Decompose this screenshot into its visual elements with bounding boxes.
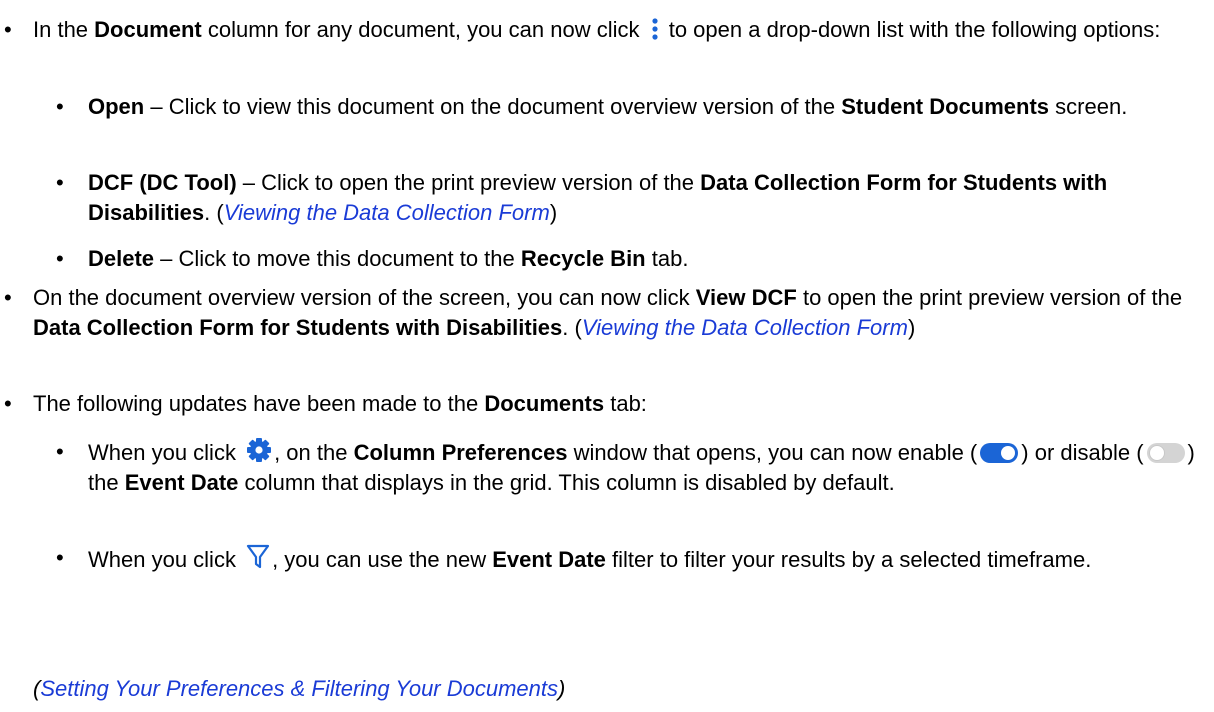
footer-reference: (Setting Your Preferences & Filtering Yo… bbox=[33, 676, 566, 701]
bullet-marker: • bbox=[4, 17, 12, 42]
bullet-marker: • bbox=[56, 246, 64, 271]
bullet-text: DCF (DC Tool) – Click to open the print … bbox=[88, 170, 1108, 225]
toggle-on-icon bbox=[980, 443, 1019, 463]
filter-funnel-icon bbox=[246, 544, 270, 569]
sub-bullet-event-date-filter: • When you click , you can use the new E… bbox=[48, 543, 1200, 575]
sub-bullet-delete: • Delete – Click to move this document t… bbox=[48, 244, 1200, 274]
bold-event-date: Event Date bbox=[492, 547, 606, 572]
bullet-text: On the document overview version of the … bbox=[33, 285, 1183, 340]
sub-bullet-column-preferences: • When you click , on the Column Prefere… bbox=[48, 437, 1200, 498]
link-setting-preferences-filtering[interactable]: Setting Your Preferences & Filtering You… bbox=[40, 676, 558, 701]
link-viewing-data-collection-form[interactable]: Viewing the Data Collection Form bbox=[582, 315, 908, 340]
document-page: • In the Document column for any documen… bbox=[0, 0, 1214, 712]
sub-bullet-dcf: • DCF (DC Tool) – Click to open the prin… bbox=[48, 168, 1200, 228]
bullet-marker: • bbox=[56, 545, 64, 570]
bold-column-preferences: Column Preferences bbox=[353, 440, 568, 465]
kebab-vertical-icon bbox=[652, 18, 658, 40]
bold-recycle-bin: Recycle Bin bbox=[520, 246, 646, 271]
bullet-text: The following updates have been made to … bbox=[33, 391, 647, 416]
bold-documents: Documents bbox=[484, 391, 605, 416]
option-delete-label: Delete bbox=[88, 246, 155, 271]
bullet-item-document-column: • In the Document column for any documen… bbox=[0, 15, 1200, 45]
bullet-text: When you click , on the Column Preferenc… bbox=[88, 437, 1200, 498]
sub-bullet-open: • Open – Click to view this document on … bbox=[48, 92, 1200, 122]
bullet-marker: • bbox=[4, 285, 12, 310]
link-viewing-data-collection-form[interactable]: Viewing the Data Collection Form bbox=[224, 200, 550, 225]
bold-data-collection-form: Data Collection Form for Students with D… bbox=[33, 315, 563, 340]
bullet-item-view-dcf: • On the document overview version of th… bbox=[0, 283, 1200, 343]
option-open-label: Open bbox=[88, 94, 145, 119]
bold-view-dcf: View DCF bbox=[695, 285, 797, 310]
bullet-text: Delete – Click to move this document to … bbox=[88, 246, 689, 271]
gear-icon bbox=[247, 438, 272, 462]
option-dcf-label: DCF (DC Tool) bbox=[88, 170, 237, 195]
bold-document: Document bbox=[94, 17, 202, 42]
bold-student-documents: Student Documents bbox=[841, 94, 1050, 119]
bullet-marker: • bbox=[56, 439, 64, 464]
bullet-item-documents-tab: • The following updates have been made t… bbox=[0, 389, 1200, 419]
bullet-text: Open – Click to view this document on th… bbox=[88, 94, 1128, 119]
bullet-text: In the Document column for any document,… bbox=[33, 17, 1161, 42]
bullet-text: When you click , you can use the new Eve… bbox=[88, 543, 1200, 575]
bullet-marker: • bbox=[56, 94, 64, 119]
bullet-marker: • bbox=[4, 391, 12, 416]
bullet-marker: • bbox=[56, 170, 64, 195]
bold-event-date: Event Date bbox=[124, 470, 239, 495]
toggle-off-icon bbox=[1146, 443, 1185, 463]
